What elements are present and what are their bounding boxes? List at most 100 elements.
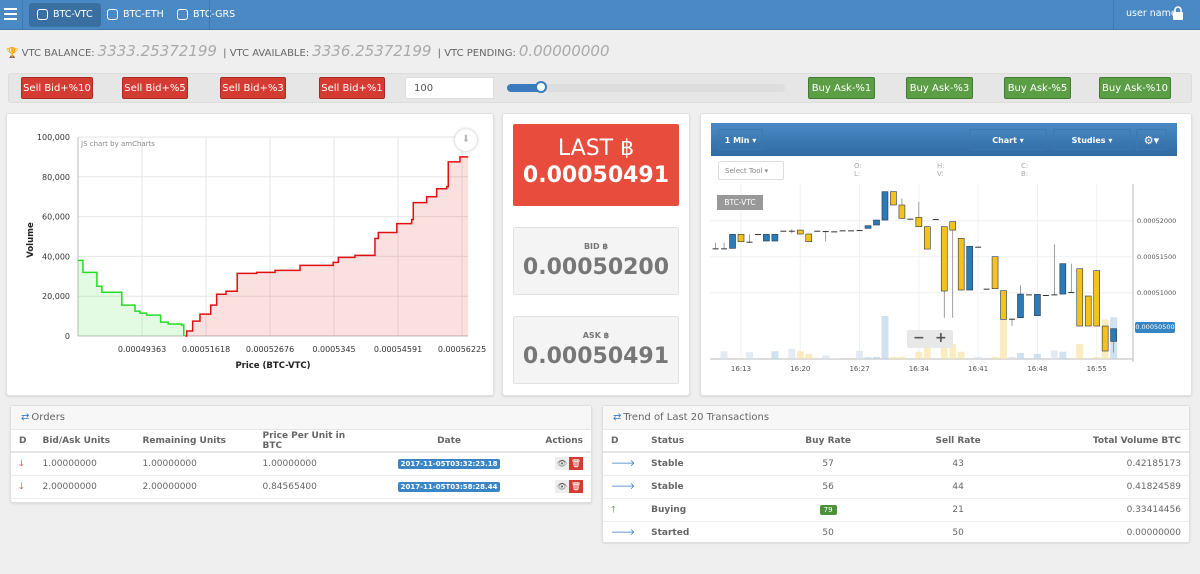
- table-row: 🡒 Started 50 50 0.00000000: [603, 521, 1189, 545]
- volume-cell: 0.41824589: [1023, 475, 1189, 499]
- symbol-tag: BTC-VTC: [717, 195, 763, 210]
- candle: [873, 219, 880, 226]
- col-price: Price Per Unit in BTC: [254, 430, 375, 453]
- candle: [898, 204, 906, 219]
- candle: [1076, 268, 1084, 327]
- eye-icon[interactable]: 👁: [555, 457, 569, 471]
- candle: [848, 230, 855, 232]
- col-actions: Actions: [523, 430, 591, 453]
- candle: [746, 241, 753, 243]
- arrow-right-icon: 🡒: [603, 521, 644, 545]
- volume-bar: [957, 351, 965, 359]
- volume-bar: [822, 355, 830, 359]
- volume-bar: [745, 352, 753, 359]
- col-remaining: Remaining Units: [134, 430, 255, 453]
- date-badge: 2017-11-05T03:58:28.44: [397, 481, 501, 492]
- candle: [940, 226, 948, 292]
- volume-bar: [856, 350, 864, 359]
- actions-cell: 👁 🗑: [523, 452, 591, 476]
- volume-bar: [898, 356, 906, 359]
- volume-bar: [889, 356, 897, 359]
- candle: [780, 230, 787, 232]
- candle: [983, 288, 990, 290]
- orders-title: Orders: [31, 412, 66, 423]
- col-volume: Total Volume BTC: [1023, 430, 1189, 453]
- candle: [771, 234, 779, 242]
- status-cell: Started: [643, 521, 764, 545]
- x-tick-label: 16:27: [849, 365, 869, 373]
- candle: [1000, 290, 1007, 320]
- volume-bar: [1008, 356, 1016, 359]
- price-cell: 1.00000000: [254, 452, 375, 476]
- buy-rate-value: 56: [822, 481, 834, 492]
- date-badge: 2017-11-05T03:32:23.18: [397, 458, 501, 469]
- volume-bar: [830, 358, 838, 359]
- volume-bar: [1000, 319, 1008, 359]
- sell-rate-cell: 43: [893, 452, 1024, 476]
- zoom-in-button[interactable]: +: [935, 330, 947, 346]
- trash-icon[interactable]: 🗑: [569, 480, 583, 493]
- trash-icon[interactable]: 🗑: [569, 457, 583, 471]
- table-row: 🡓 1.00000000 1.00000000 1.00000000 2017-…: [11, 452, 591, 476]
- volume-bar: [915, 351, 923, 359]
- x-tick-label: 16:41: [968, 365, 988, 373]
- candle: [1017, 293, 1024, 318]
- volume-bar: [1059, 351, 1067, 359]
- zoom-controls: − +: [907, 330, 953, 348]
- x-tick-label: 16:13: [731, 365, 751, 373]
- volume-bar: [1093, 356, 1101, 359]
- swap-icon: ⇄: [21, 412, 30, 423]
- col-sell-rate: Sell Rate: [893, 430, 1024, 453]
- volume-bar: [864, 357, 872, 359]
- candle: [831, 231, 838, 233]
- candle: [796, 229, 804, 235]
- swap-icon: ⇄: [613, 412, 622, 423]
- candle: [1084, 295, 1092, 327]
- candle: [932, 219, 939, 221]
- buy-rate-cell: 56: [763, 475, 894, 499]
- candle: [890, 191, 897, 206]
- col-buy-rate: Buy Rate: [763, 430, 894, 453]
- y-tick-label: 0.00051500: [1137, 253, 1176, 261]
- x-tick-label: 16:55: [1087, 365, 1107, 373]
- arrow-down-icon: 🡓: [11, 475, 35, 499]
- candle: [1110, 328, 1117, 342]
- candle: [721, 248, 728, 250]
- status-cell: Stable: [643, 452, 764, 476]
- volume-bar: [788, 348, 796, 359]
- units-cell: 2.00000000: [34, 475, 135, 499]
- volume-bar: [720, 351, 728, 359]
- orders-table: D Bid/Ask Units Remaining Units Price Pe…: [11, 430, 591, 499]
- candle: [881, 191, 889, 221]
- candle: [1034, 294, 1041, 316]
- candle: [864, 225, 872, 229]
- buy-rate-value: 79: [819, 504, 837, 515]
- sell-rate-cell: 21: [893, 498, 1024, 522]
- candle: [975, 246, 982, 248]
- col-status: Status: [643, 430, 764, 453]
- buy-rate-value: 50: [822, 527, 834, 538]
- table-row: 🡒 Stable 56 44 0.41824589: [603, 475, 1189, 499]
- x-tick-label: 16:34: [909, 365, 930, 373]
- arrow-right-icon: 🡒: [603, 475, 644, 499]
- volume-bar: [1033, 353, 1041, 359]
- zoom-out-button[interactable]: −: [913, 330, 925, 346]
- candle: [907, 218, 914, 220]
- volume-cell: 0.33414456: [1023, 498, 1189, 522]
- last-price-tag: 0.00050500: [1135, 322, 1175, 333]
- candle: [957, 238, 965, 291]
- remaining-cell: 2.00000000: [134, 475, 255, 499]
- date-cell: 2017-11-05T03:58:28.44: [374, 475, 524, 499]
- candle: [949, 221, 957, 231]
- x-tick-label: 16:48: [1027, 365, 1047, 373]
- candle: [915, 217, 923, 227]
- sell-rate-cell: 44: [893, 475, 1024, 499]
- volume-cell: 0.00000000: [1023, 521, 1189, 545]
- candle: [729, 234, 736, 249]
- candle: [1025, 294, 1032, 296]
- arrow-down-icon: 🡓: [11, 452, 35, 476]
- eye-icon[interactable]: 👁: [555, 480, 569, 493]
- volume-bar: [1050, 350, 1058, 359]
- y-tick-label: 0.00051000: [1137, 289, 1176, 297]
- candle: [1059, 263, 1067, 295]
